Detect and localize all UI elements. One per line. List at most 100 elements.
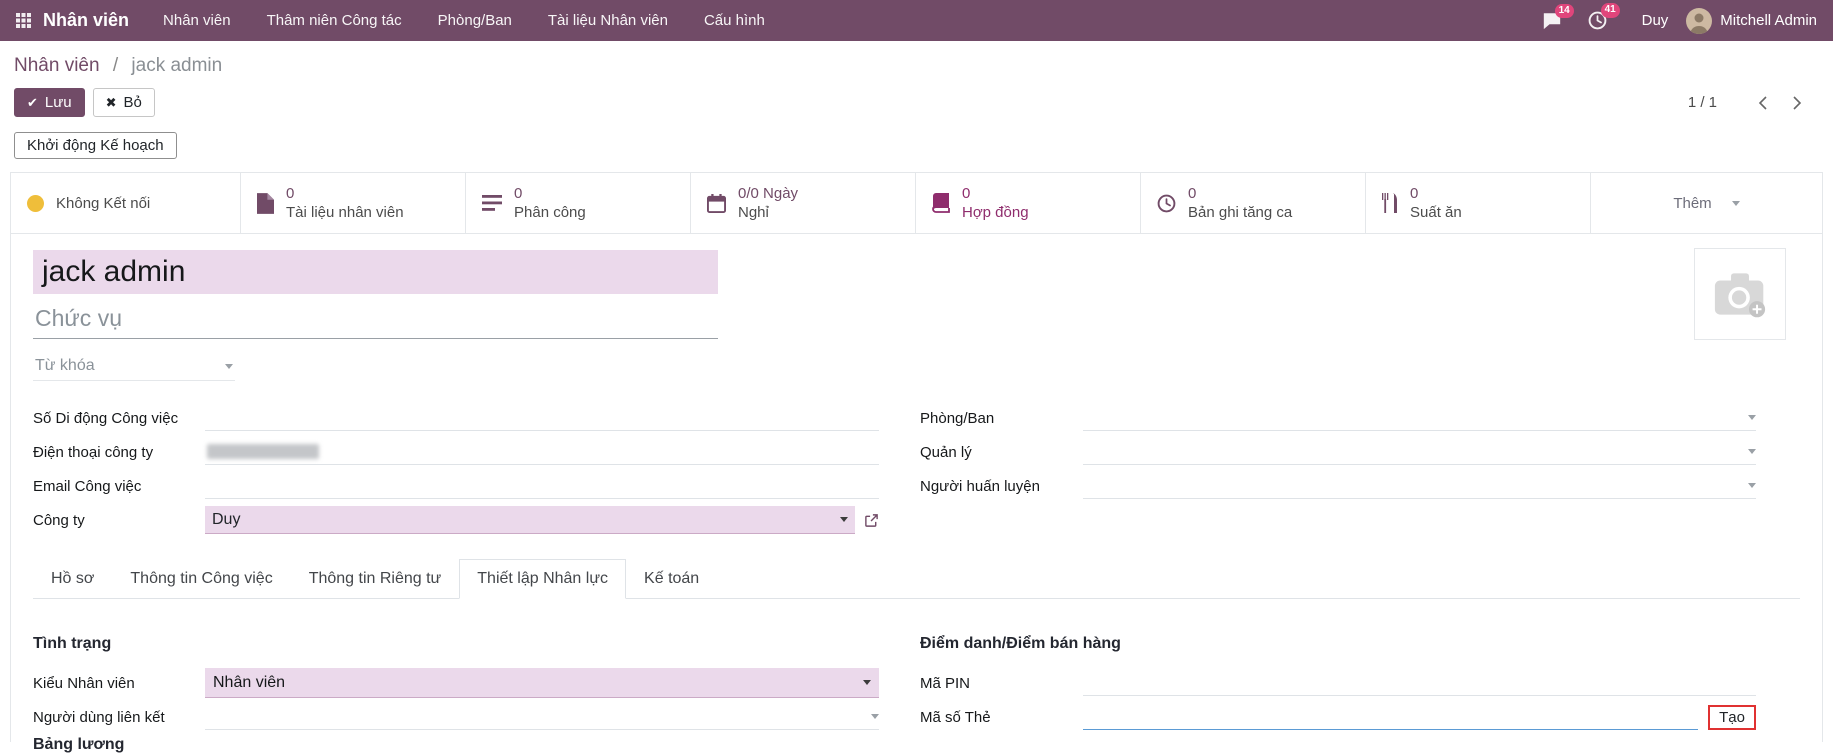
employee-type-label: Kiểu Nhân viên (33, 675, 205, 692)
messages-button[interactable]: 14 (1542, 12, 1562, 30)
contracts-label: Hợp đồng (962, 203, 1029, 223)
department-input[interactable] (1083, 406, 1756, 431)
generate-badge-button[interactable]: Tạo (1708, 705, 1756, 730)
company-value: Duy (212, 511, 240, 529)
utensils-icon (1382, 193, 1398, 213)
caret-down-icon (1748, 483, 1756, 488)
external-link-icon (864, 513, 879, 528)
status-section-header: Tình trạng (33, 635, 879, 653)
caret-down-icon (225, 364, 233, 369)
leaves-count: 0/0 Ngày (738, 184, 798, 204)
badge-input[interactable] (1083, 705, 1698, 730)
status-section: Tình trạng Kiểu Nhân viên Nhân viên Ngườ… (33, 635, 879, 734)
leaves-stat-button[interactable]: 0/0 Ngày Nghỉ (691, 173, 916, 233)
launch-plan-button[interactable]: Khởi động Kế hoạch (14, 132, 177, 159)
tab-thiet-lap-nhan-luc[interactable]: Thiết lập Nhân lực (459, 559, 626, 599)
work-phone-input[interactable] (205, 440, 879, 465)
work-email-input[interactable] (205, 474, 879, 499)
company-input[interactable]: Duy (205, 506, 855, 534)
photo-upload[interactable] (1694, 248, 1786, 340)
file-icon (257, 193, 274, 214)
related-user-input[interactable] (205, 705, 879, 730)
close-icon: ✖ (106, 95, 117, 111)
save-button[interactable]: ✔ Lưu (14, 88, 85, 117)
more-stat-button[interactable]: Thêm (1591, 173, 1822, 233)
employee-type-select[interactable]: Nhân viên (205, 668, 879, 698)
app-brand[interactable]: Nhân viên (43, 10, 129, 31)
pager-previous-button[interactable] (1745, 92, 1780, 114)
list-icon (482, 194, 502, 212)
camera-icon (1711, 268, 1769, 320)
tab-ke-toan[interactable]: Kế toán (626, 559, 717, 599)
work-phone-redacted-value (207, 444, 319, 459)
statusbar: Khởi động Kế hoạch (0, 122, 1833, 172)
documents-stat-button[interactable]: 0 Tài liệu nhân viên (241, 173, 466, 233)
employee-name-input[interactable]: jack admin (33, 250, 718, 294)
clock-icon (1157, 194, 1176, 213)
tab-thong-tin-cong-viec[interactable]: Thông tin Công việc (112, 559, 290, 599)
meals-stat-button[interactable]: 0 Suất ăn (1366, 173, 1591, 233)
attendance-section: Điểm danh/Điểm bán hàng Mã PIN Mã số Thẻ… (920, 635, 1756, 734)
menu-item-nhan-vien[interactable]: Nhân viên (163, 12, 231, 29)
job-position-input[interactable]: Chức vụ (33, 294, 718, 339)
tab-thong-tin-rieng-tu[interactable]: Thông tin Riêng tư (291, 559, 460, 599)
leaves-label: Nghỉ (738, 203, 798, 223)
pager-next-button[interactable] (1780, 92, 1815, 114)
menu-item-tham-nien[interactable]: Thâm niên Công tác (267, 12, 402, 29)
pager-count: 1 / 1 (1688, 94, 1717, 111)
menu-item-phong-ban[interactable]: Phòng/Ban (438, 12, 512, 29)
assignments-label: Phân công (514, 203, 586, 223)
work-email-label: Email Công việc (33, 478, 205, 495)
manager-input[interactable] (1083, 440, 1756, 465)
calendar-icon (707, 194, 726, 213)
coach-label: Người huấn luyện (920, 478, 1083, 495)
breadcrumb-parent-link[interactable]: Nhân viên (14, 55, 100, 76)
save-button-label: Lưu (45, 94, 72, 111)
stat-button-row: Không Kết nối 0 Tài liệu nhân viên 0 Phâ… (11, 173, 1822, 234)
check-icon: ✔ (27, 95, 38, 111)
tab-ho-so[interactable]: Hồ sơ (33, 559, 112, 599)
coach-field: Người huấn luyện (920, 469, 1756, 503)
pager: 1 / 1 (1688, 92, 1819, 114)
chevron-down-icon (1732, 201, 1740, 206)
related-user-field: Người dùng liên kết (33, 700, 879, 734)
chevron-left-icon (1758, 96, 1767, 110)
left-field-group: Số Di động Công việc Điện thoại công ty … (33, 401, 879, 537)
caret-down-icon (863, 680, 871, 685)
menu-item-cau-hinh[interactable]: Cấu hình (704, 12, 765, 29)
documents-label: Tài liệu nhân viên (286, 203, 404, 223)
menu-item-tai-lieu[interactable]: Tài liệu Nhân viên (548, 12, 668, 29)
coach-input[interactable] (1083, 474, 1756, 499)
work-phone-label: Điện thoại công ty (33, 444, 205, 461)
contact-field-groups: Số Di động Công việc Điện thoại công ty … (33, 401, 1800, 537)
meals-count: 0 (1410, 184, 1462, 204)
manager-label: Quản lý (920, 444, 1083, 461)
assignments-stat-button[interactable]: 0 Phân công (466, 173, 691, 233)
user-menu[interactable]: Mitchell Admin (1686, 8, 1817, 34)
discard-button-label: Bỏ (124, 94, 142, 111)
breadcrumb-current: jack admin (131, 55, 222, 76)
department-label: Phòng/Ban (920, 410, 1083, 427)
contracts-count: 0 (962, 184, 1029, 204)
badge-field: Mã số Thẻ Tạo (920, 700, 1756, 734)
caret-down-icon (1748, 415, 1756, 420)
company-external-link-button[interactable] (864, 513, 879, 528)
apps-menu-button[interactable] (16, 13, 31, 28)
breadcrumb: Nhân viên / jack admin (0, 41, 1833, 79)
contracts-stat-button[interactable]: 0 Hợp đồng (916, 173, 1141, 233)
overtime-count: 0 (1188, 184, 1292, 204)
assignments-count: 0 (514, 184, 586, 204)
activities-button[interactable]: 41 (1588, 11, 1607, 30)
overtime-stat-button[interactable]: 0 Bản ghi tăng ca (1141, 173, 1366, 233)
company-switcher[interactable]: Duy (1642, 12, 1669, 29)
notebook-tabs: Hồ sơ Thông tin Công việc Thông tin Riên… (33, 559, 1800, 599)
right-field-group: Phòng/Ban Quản lý Người huấn luyện (920, 401, 1756, 537)
work-mobile-field: Số Di động Công việc (33, 401, 879, 435)
tags-placeholder: Từ khóa (35, 357, 95, 375)
top-navbar: Nhân viên Nhân viên Thâm niên Công tác P… (0, 0, 1833, 41)
discard-button[interactable]: ✖ Bỏ (93, 88, 155, 117)
pin-label: Mã PIN (920, 675, 1083, 692)
work-mobile-input[interactable] (205, 406, 879, 431)
tags-input[interactable]: Từ khóa (33, 355, 235, 381)
pin-input[interactable] (1083, 671, 1756, 696)
